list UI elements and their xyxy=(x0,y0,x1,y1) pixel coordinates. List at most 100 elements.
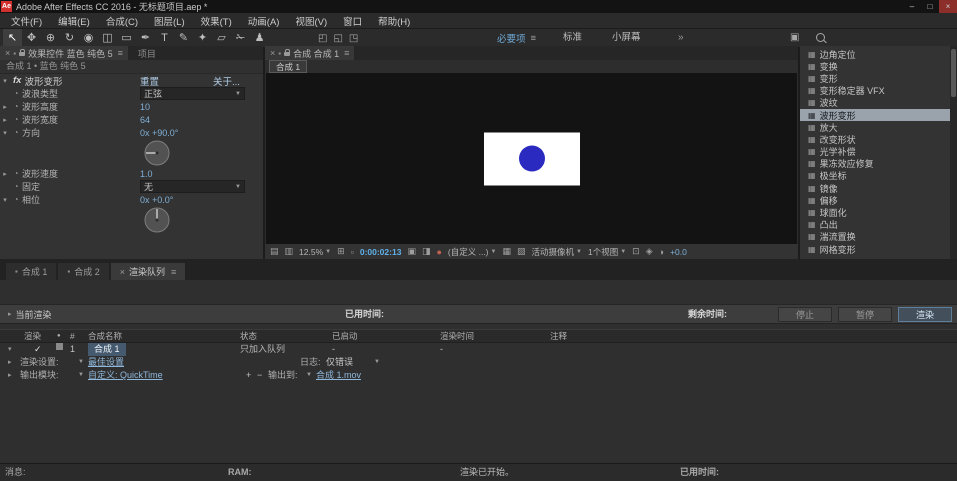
workspace-tab-small-screen[interactable]: 小屏幕 xyxy=(612,29,641,47)
column-started[interactable]: 已启动 xyxy=(332,330,358,342)
twirl-open-icon[interactable]: ▾ xyxy=(0,196,10,204)
list-item[interactable]: ▦ 变形稳定器 VFX xyxy=(800,85,950,97)
property-value[interactable]: 1.0 xyxy=(140,169,153,179)
roto-brush-tool-icon[interactable]: ✁ xyxy=(231,29,250,47)
close-icon[interactable]: × xyxy=(270,48,275,58)
workspace-tab-standard[interactable]: 标准 xyxy=(563,29,582,47)
list-item[interactable]: ▦ 凸出 xyxy=(800,219,950,231)
fast-previews-icon[interactable]: ◈ xyxy=(646,246,653,257)
panel-box-icon[interactable]: ▣ xyxy=(790,29,799,47)
column-render[interactable]: 渲染 xyxy=(24,330,41,342)
pause-button[interactable]: 暂停 xyxy=(838,307,892,322)
panel-menu-icon[interactable]: ≡ xyxy=(171,267,176,277)
property-value[interactable]: 0x +90.0° xyxy=(140,128,178,138)
mask-visibility-icon[interactable]: ▫ xyxy=(351,247,354,257)
tab-comp-2[interactable]: ▪ 合成 2 xyxy=(58,263,109,280)
list-item[interactable]: ▦ 偏移 xyxy=(800,194,950,206)
list-item[interactable]: ▦ 改变形状 xyxy=(800,133,950,145)
list-item[interactable]: ▦ 果冻效应修复 xyxy=(800,158,950,170)
render-settings-link[interactable]: 最佳设置 xyxy=(88,356,124,369)
menu-composition[interactable]: 合成(C) xyxy=(98,14,146,28)
chevron-down-icon[interactable]: ▼ xyxy=(78,369,84,382)
phase-dial[interactable] xyxy=(144,207,170,233)
menu-view[interactable]: 视图(V) xyxy=(287,14,335,28)
list-item[interactable]: ▦ 湍流置换 xyxy=(800,231,950,243)
snapshot-icon[interactable]: ▣ xyxy=(407,246,416,257)
close-icon[interactable]: × xyxy=(120,267,125,277)
stop-button[interactable]: 停止 xyxy=(778,307,832,322)
always-preview-icon[interactable]: ▤ xyxy=(270,246,279,257)
shape-tool-icon[interactable]: ▭ xyxy=(117,29,136,47)
direction-dial[interactable] xyxy=(144,140,170,166)
exposure-value[interactable]: +0.0 xyxy=(670,247,687,257)
log-value[interactable]: 仅错误 xyxy=(326,356,353,369)
chevron-down-icon[interactable]: ▼ xyxy=(306,369,312,382)
table-row[interactable]: ▾ ✓ 1 合成 1 只加入队列 - - xyxy=(0,343,957,356)
exposure-icon[interactable]: ◑ xyxy=(659,247,664,257)
list-item[interactable]: ▦ 网格变形 xyxy=(800,243,950,255)
close-icon[interactable]: × xyxy=(5,48,10,58)
close-button[interactable]: × xyxy=(939,0,957,13)
eraser-tool-icon[interactable]: ▱ xyxy=(212,29,231,47)
puppet-pin-tool-icon[interactable]: ♟ xyxy=(250,29,269,47)
output-module-link[interactable]: 自定义: QuickTime xyxy=(88,369,163,382)
tab-composition[interactable]: × ▪ 合成 合成 1 ≡ xyxy=(265,46,355,60)
zoom-tool-icon[interactable]: ⊕ xyxy=(41,29,60,47)
twirl-open-icon[interactable]: ▾ xyxy=(0,77,10,85)
show-snapshot-icon[interactable]: ◨ xyxy=(422,246,431,257)
selection-tool-icon[interactable]: ↖ xyxy=(3,29,22,47)
twirl-closed-icon[interactable]: ▸ xyxy=(8,369,12,382)
panel-menu-icon[interactable]: ≡ xyxy=(118,48,123,58)
menu-file[interactable]: 文件(F) xyxy=(3,14,50,28)
tab-render-queue[interactable]: × 渲染队列 ≡ xyxy=(110,263,186,280)
column-comp-name[interactable]: 合成名称 xyxy=(88,330,122,342)
rotation-tool-icon[interactable]: ↻ xyxy=(60,29,79,47)
list-item[interactable]: ▦ 变形 xyxy=(800,72,950,84)
twirl-closed-icon[interactable]: ▸ xyxy=(0,103,10,111)
chevron-down-icon[interactable]: ▼ xyxy=(78,356,84,369)
menu-help[interactable]: 帮助(H) xyxy=(370,14,418,28)
grid-guides-icon[interactable]: ⊞ xyxy=(337,246,345,257)
comp-color-chip[interactable] xyxy=(56,343,63,350)
maximize-button[interactable]: □ xyxy=(921,0,939,13)
chevron-down-icon[interactable]: ▼ xyxy=(374,356,380,369)
add-output-icon[interactable]: + xyxy=(246,369,251,382)
stopwatch-icon[interactable]: ◔ xyxy=(10,115,22,124)
property-value[interactable]: 10 xyxy=(140,102,150,112)
render-checkbox[interactable]: ✓ xyxy=(34,343,42,356)
menu-layer[interactable]: 图层(L) xyxy=(146,14,193,28)
menu-window[interactable]: 窗口 xyxy=(335,14,370,28)
property-value[interactable]: 0x +0.0° xyxy=(140,195,173,205)
column-comment[interactable]: 注释 xyxy=(550,330,567,342)
tab-comp-1[interactable]: ▪ 合成 1 xyxy=(6,263,57,280)
twirl-closed-icon[interactable]: ▸ xyxy=(0,116,10,124)
panel-menu-icon[interactable]: ≡ xyxy=(344,48,349,58)
minimize-button[interactable]: – xyxy=(903,0,921,13)
stopwatch-icon[interactable]: ◔ xyxy=(10,128,22,137)
pinning-dropdown[interactable]: 无 ▼ xyxy=(140,180,245,193)
colorspace-dropdown[interactable]: (自定义 ...) ▼ xyxy=(448,246,497,258)
comp-viewer-tab[interactable]: 合成 1 xyxy=(269,60,308,73)
menu-animation[interactable]: 动画(A) xyxy=(240,14,288,28)
clone-stamp-tool-icon[interactable]: ✦ xyxy=(193,29,212,47)
wave-type-dropdown[interactable]: 正弦 ▼ xyxy=(140,87,245,100)
workspace-overflow-icon[interactable]: » xyxy=(678,29,684,47)
channels-icon[interactable]: ● xyxy=(436,247,441,257)
list-item[interactable]: ▦ 放大 xyxy=(800,121,950,133)
menu-effect[interactable]: 效果(T) xyxy=(193,14,240,28)
search-icon[interactable] xyxy=(816,33,825,42)
hand-tool-icon[interactable]: ✥ xyxy=(22,29,41,47)
magnification-grid-icon[interactable]: ▥ xyxy=(285,246,294,257)
stopwatch-icon[interactable]: ◔ xyxy=(10,195,22,204)
current-time-display[interactable]: 0:00:02:13 xyxy=(360,247,402,257)
type-tool-icon[interactable]: T xyxy=(155,29,174,47)
composition-viewport[interactable] xyxy=(266,73,797,244)
property-value[interactable]: 64 xyxy=(140,115,150,125)
reset-link[interactable]: 重置 xyxy=(140,74,159,88)
remove-output-icon[interactable]: − xyxy=(257,369,262,382)
view-layout-dropdown[interactable]: 1个视图 ▼ xyxy=(588,246,626,258)
list-item[interactable]: ▦ 镜像 xyxy=(800,182,950,194)
brush-tool-icon[interactable]: ✎ xyxy=(174,29,193,47)
camera-tool-icon[interactable]: ◉ xyxy=(79,29,98,47)
local-axis-mode-icon[interactable]: ◰ xyxy=(318,33,327,44)
